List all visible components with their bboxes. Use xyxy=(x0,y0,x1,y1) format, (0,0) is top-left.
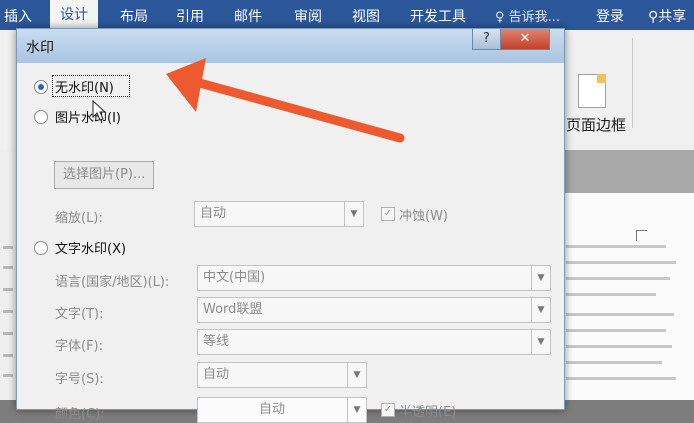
color-value: 自动 xyxy=(258,402,285,417)
mouse-cursor-icon xyxy=(92,100,107,121)
color-select[interactable]: 自动 ▼ xyxy=(197,397,367,423)
semitransparent-checkbox[interactable]: ✓ xyxy=(381,403,395,417)
annotation-arrow xyxy=(166,58,405,143)
semitransparent-label: 半透明(E) xyxy=(399,405,457,420)
color-label: 颜色(C): xyxy=(55,407,105,422)
chevron-down-icon: ▼ xyxy=(347,398,366,422)
